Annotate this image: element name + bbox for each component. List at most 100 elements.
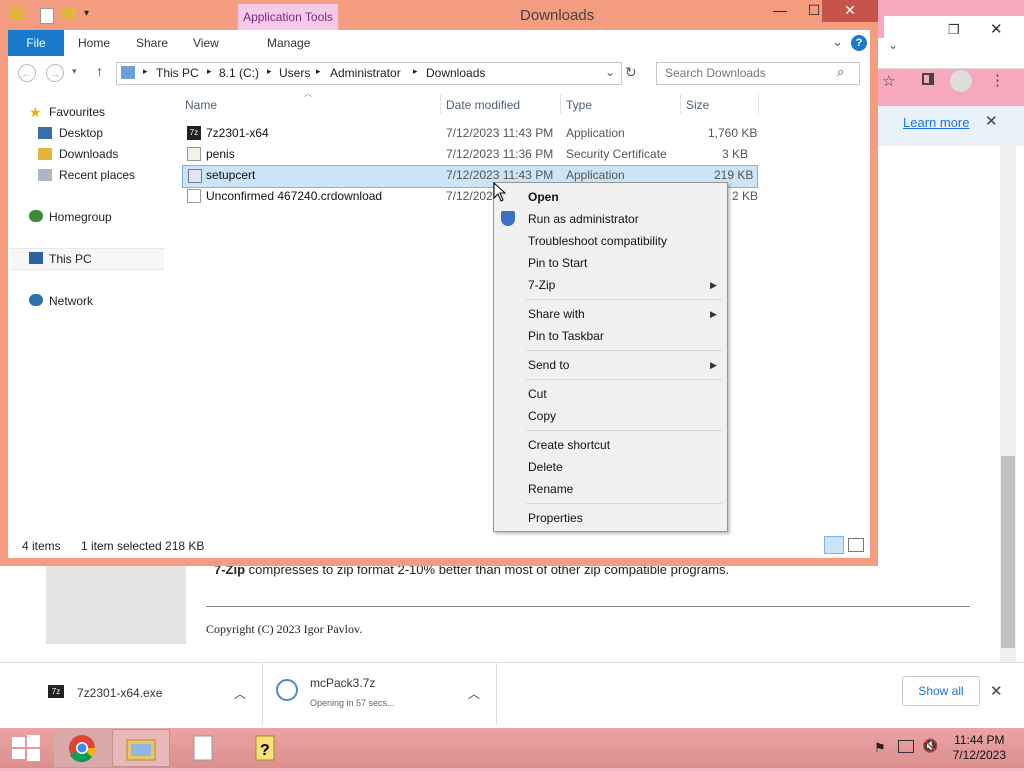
bookmark-star-icon[interactable]: ☆: [882, 72, 895, 90]
breadcrumb-drive[interactable]: 8.1 (C:): [219, 66, 259, 80]
menu-kebab-icon[interactable]: ⋮: [990, 71, 1005, 89]
chrome-close-icon[interactable]: ✕: [990, 20, 1003, 38]
search-box[interactable]: Search Downloads ⌕: [656, 62, 860, 85]
status-selection: 1 item selected 218 KB: [81, 539, 205, 553]
show-all-button[interactable]: Show all: [902, 676, 980, 706]
recent-places-icon: [38, 169, 52, 181]
column-divider[interactable]: [680, 94, 681, 114]
quick-access-folder-icon[interactable]: [10, 8, 24, 20]
help-button[interactable]: ?: [851, 35, 867, 51]
copyright-text: Copyright (C) 2023 Igor Pavlov.: [206, 622, 363, 636]
search-icon: ⌕: [837, 64, 845, 79]
column-date-modified[interactable]: Date modified: [446, 98, 520, 112]
properties-icon[interactable]: [40, 8, 54, 24]
file-name: penis: [206, 147, 235, 161]
tab-file[interactable]: File: [8, 30, 64, 56]
recent-locations-icon[interactable]: ▾: [72, 66, 77, 77]
menu-pin-to-taskbar[interactable]: Pin to Taskbar: [528, 329, 604, 343]
menu-create-shortcut[interactable]: Create shortcut: [528, 438, 610, 452]
taskbar-document[interactable]: [174, 729, 232, 767]
certificate-icon: [187, 147, 201, 161]
taskbar-chrome[interactable]: [54, 729, 112, 767]
taskbar-clock[interactable]: 11:44 PM 7/12/2023: [953, 733, 1006, 763]
refresh-icon[interactable]: ↻: [625, 64, 637, 81]
menu-cut[interactable]: Cut: [528, 387, 547, 401]
taskbar-file-explorer[interactable]: [112, 729, 170, 767]
profile-avatar[interactable]: [950, 70, 972, 92]
menu-pin-to-start[interactable]: Pin to Start: [528, 256, 587, 270]
windows-logo-icon: [12, 735, 40, 761]
breadcrumb-thispc[interactable]: This PC: [156, 66, 199, 80]
menu-separator: [526, 350, 722, 351]
minimize-button[interactable]: —: [765, 0, 795, 22]
forward-button[interactable]: →: [46, 64, 64, 82]
nav-downloads[interactable]: Downloads: [59, 147, 118, 161]
downloads-bar-close-icon[interactable]: ✕: [990, 682, 1003, 700]
nav-thispc[interactable]: This PC: [49, 252, 92, 266]
scrollbar-thumb[interactable]: [1001, 456, 1015, 648]
menu-open[interactable]: Open: [528, 190, 559, 204]
file-date: 7/12/2023 11:43 PM: [446, 126, 554, 140]
side-panel-icon[interactable]: [922, 73, 934, 85]
menu-run-as-administrator[interactable]: Run as administrator: [528, 212, 639, 226]
menu-send-to[interactable]: Send to: [528, 358, 569, 372]
chevron-down-icon[interactable]: ⌄: [888, 38, 898, 52]
breadcrumb-separator: ▸: [267, 66, 272, 76]
address-box[interactable]: ▸ This PC ▸ 8.1 (C:) ▸ Users ▸ Administr…: [116, 62, 622, 85]
details-view-icon[interactable]: [824, 536, 844, 554]
nav-favourites[interactable]: Favourites: [49, 105, 105, 119]
up-button[interactable]: ↑: [96, 63, 103, 79]
breadcrumb-downloads[interactable]: Downloads: [426, 66, 485, 80]
breadcrumb-users[interactable]: Users: [279, 66, 310, 80]
close-button[interactable]: ✕: [822, 0, 878, 22]
download-item-1[interactable]: 7z 7z2301-x64.exe ︿: [0, 663, 263, 725]
back-button[interactable]: ←: [18, 64, 36, 82]
tab-share[interactable]: Share: [132, 30, 172, 56]
file-date: 7/12/202: [446, 189, 493, 203]
ribbon-expand-icon[interactable]: ⌄: [832, 34, 843, 50]
column-divider[interactable]: [440, 94, 441, 114]
network-tray-icon[interactable]: [898, 740, 914, 753]
breadcrumb-separator: ▸: [413, 66, 418, 76]
volume-muted-icon[interactable]: 🔇: [922, 738, 938, 754]
taskbar-help[interactable]: ?: [236, 729, 294, 767]
column-size[interactable]: Size: [686, 98, 709, 112]
menu-troubleshoot-compatibility[interactable]: Troubleshoot compatibility: [528, 234, 667, 248]
nav-recent-places[interactable]: Recent places: [59, 168, 135, 182]
menu-delete[interactable]: Delete: [528, 460, 563, 474]
tab-home[interactable]: Home: [74, 30, 114, 56]
chevron-up-icon[interactable]: ︿: [234, 685, 246, 702]
qat-dropdown-icon[interactable]: ▾: [84, 8, 89, 19]
mouse-cursor-icon: [493, 182, 507, 202]
start-button[interactable]: [0, 729, 58, 767]
learn-more-link[interactable]: Learn more: [903, 115, 969, 130]
chevron-up-icon[interactable]: ︿: [468, 685, 480, 702]
menu-7zip[interactable]: 7-Zip: [528, 278, 555, 292]
breadcrumb-administrator[interactable]: Administrator: [330, 66, 401, 80]
chrome-maximize-icon[interactable]: ❐: [948, 22, 960, 38]
column-type[interactable]: Type: [566, 98, 592, 112]
address-dropdown-icon[interactable]: ⌄: [605, 65, 615, 79]
download-item-2[interactable]: mcPack3.7z Opening in 57 secs... ︿: [264, 663, 497, 725]
tab-view[interactable]: View: [189, 30, 223, 56]
new-folder-icon[interactable]: [62, 8, 76, 20]
file-row[interactable]: 7z 7z2301-x64 7/12/2023 11:43 PM Applica…: [182, 123, 757, 144]
infobar-close-icon[interactable]: ✕: [985, 112, 998, 130]
nav-desktop[interactable]: Desktop: [59, 126, 103, 140]
nav-network[interactable]: Network: [49, 294, 93, 308]
status-item-count: 4 items: [22, 539, 61, 553]
column-divider[interactable]: [560, 94, 561, 114]
tab-manage[interactable]: Manage: [263, 30, 314, 56]
menu-properties[interactable]: Properties: [528, 511, 583, 525]
nav-homegroup[interactable]: Homegroup: [49, 210, 112, 224]
column-name[interactable]: Name: [185, 98, 217, 112]
file-row[interactable]: penis 7/12/2023 11:36 PM Security Certif…: [182, 144, 756, 165]
menu-share-with[interactable]: Share with: [528, 307, 585, 321]
downloads-bar: 7z 7z2301-x64.exe ︿ mcPack3.7z Opening i…: [0, 662, 1024, 729]
menu-copy[interactable]: Copy: [528, 409, 556, 423]
column-divider[interactable]: [758, 94, 759, 114]
large-icons-view-icon[interactable]: [848, 538, 864, 552]
menu-rename[interactable]: Rename: [528, 482, 573, 496]
file-size: 3 KB: [722, 147, 749, 161]
flag-icon[interactable]: ⚑: [874, 740, 886, 756]
